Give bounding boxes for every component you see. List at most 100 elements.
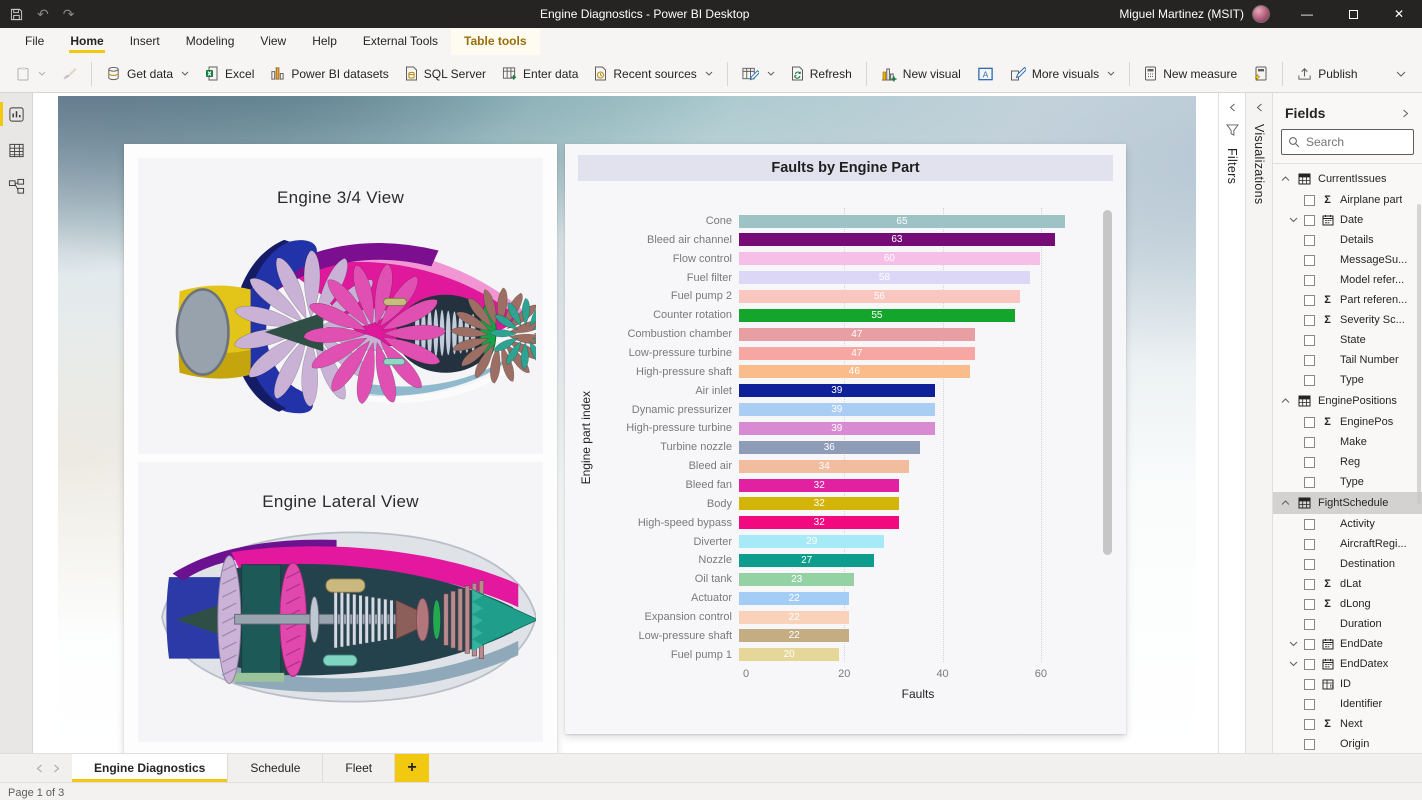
- table-item-enginepositions[interactable]: EnginePositions: [1273, 390, 1422, 412]
- field-item[interactable]: ΣAirplane part: [1273, 190, 1422, 210]
- bar[interactable]: 58: [739, 271, 1030, 284]
- excel-button[interactable]: Excel: [197, 61, 262, 86]
- field-checkbox[interactable]: [1304, 295, 1315, 306]
- bar[interactable]: 39: [739, 403, 935, 416]
- tab-file[interactable]: File: [12, 29, 57, 55]
- field-item[interactable]: Details: [1273, 230, 1422, 250]
- field-checkbox[interactable]: [1304, 599, 1315, 610]
- tab-external-tools[interactable]: External Tools: [350, 29, 451, 55]
- save-icon[interactable]: [10, 8, 23, 21]
- bar[interactable]: 32: [739, 497, 899, 510]
- faults-bar-chart-visual[interactable]: Faults by Engine Part Engine part index …: [565, 144, 1126, 734]
- field-item[interactable]: State: [1273, 330, 1422, 350]
- expand-hierarchy-icon[interactable]: [1287, 641, 1299, 647]
- filters-pane-collapsed[interactable]: Filters: [1218, 93, 1245, 753]
- bar[interactable]: 47: [739, 347, 975, 360]
- new-measure-button[interactable]: New measure: [1136, 61, 1245, 86]
- field-item[interactable]: Origin: [1273, 734, 1422, 753]
- minimize-button[interactable]: —: [1284, 0, 1330, 28]
- table-item-currentissues[interactable]: CurrentIssues: [1273, 168, 1422, 190]
- field-checkbox[interactable]: [1304, 679, 1315, 690]
- expand-visualizations-icon[interactable]: [1255, 103, 1264, 112]
- paste-button[interactable]: [8, 61, 54, 86]
- field-checkbox[interactable]: [1304, 195, 1315, 206]
- report-canvas[interactable]: Engine 3/4 View: [33, 93, 1218, 753]
- field-item[interactable]: Activity: [1273, 514, 1422, 534]
- power-bi-datasets-button[interactable]: Power BI datasets: [262, 61, 396, 86]
- page-tab-fleet[interactable]: Fleet: [323, 754, 395, 782]
- field-item[interactable]: Identifier: [1273, 694, 1422, 714]
- tab-modeling[interactable]: Modeling: [173, 29, 248, 55]
- tab-table-tools[interactable]: Table tools: [451, 29, 539, 55]
- bar[interactable]: 65: [739, 215, 1065, 228]
- enter-data-button[interactable]: Enter data: [494, 61, 586, 86]
- get-data-button[interactable]: Get data: [98, 61, 197, 86]
- bar[interactable]: 39: [739, 384, 935, 397]
- scrollbar-thumb[interactable]: [1103, 210, 1112, 555]
- collapse-table-icon[interactable]: [1279, 398, 1291, 404]
- data-view-button[interactable]: [0, 137, 33, 163]
- chart-scrollbar[interactable]: [1103, 210, 1112, 662]
- field-checkbox[interactable]: [1304, 699, 1315, 710]
- collapse-ribbon-button[interactable]: [1388, 67, 1414, 81]
- undo-icon[interactable]: ↶: [37, 7, 49, 21]
- field-item[interactable]: AircraftRegi...: [1273, 534, 1422, 554]
- bar[interactable]: 27: [739, 554, 874, 567]
- field-checkbox[interactable]: [1304, 375, 1315, 386]
- field-item[interactable]: ΣPart referen...: [1273, 290, 1422, 310]
- field-item[interactable]: Make: [1273, 432, 1422, 452]
- field-item[interactable]: Destination: [1273, 554, 1422, 574]
- engine-three-quarter-visual[interactable]: Engine 3/4 View: [138, 158, 543, 454]
- refresh-button[interactable]: Refresh: [783, 61, 860, 86]
- bar[interactable]: 39: [739, 422, 935, 435]
- field-checkbox[interactable]: [1304, 315, 1315, 326]
- field-item[interactable]: Reg: [1273, 452, 1422, 472]
- collapse-fields-icon[interactable]: [1401, 109, 1410, 118]
- bar[interactable]: 34: [739, 460, 909, 473]
- field-item[interactable]: ΣdLat: [1273, 574, 1422, 594]
- field-checkbox[interactable]: [1304, 235, 1315, 246]
- bar[interactable]: 46: [739, 365, 970, 378]
- field-checkbox[interactable]: [1304, 719, 1315, 730]
- field-item[interactable]: ΣSeverity Sc...: [1273, 310, 1422, 330]
- format-painter-button[interactable]: [54, 62, 85, 86]
- bar[interactable]: 60: [739, 252, 1040, 265]
- text-box-button[interactable]: A: [969, 61, 1002, 87]
- recent-sources-button[interactable]: Recent sources: [586, 61, 720, 86]
- bar[interactable]: 63: [739, 233, 1055, 246]
- field-checkbox[interactable]: [1304, 619, 1315, 630]
- field-item[interactable]: MessageSu...: [1273, 250, 1422, 270]
- expand-hierarchy-icon[interactable]: [1287, 661, 1299, 667]
- sql-server-button[interactable]: SQL Server: [397, 61, 494, 86]
- field-checkbox[interactable]: [1304, 457, 1315, 468]
- tab-view[interactable]: View: [247, 29, 299, 55]
- new-page-button[interactable]: +: [395, 754, 429, 782]
- field-item[interactable]: Type: [1273, 472, 1422, 492]
- tab-help[interactable]: Help: [299, 29, 350, 55]
- field-checkbox[interactable]: [1304, 579, 1315, 590]
- expand-filters-icon[interactable]: [1228, 103, 1237, 112]
- field-checkbox[interactable]: [1304, 659, 1315, 670]
- maximize-button[interactable]: [1330, 0, 1376, 28]
- publish-button[interactable]: Publish: [1289, 61, 1365, 86]
- bar[interactable]: 55: [739, 309, 1015, 322]
- report-page[interactable]: Engine 3/4 View: [58, 96, 1196, 753]
- report-view-button[interactable]: [0, 101, 33, 127]
- close-button[interactable]: ✕: [1376, 0, 1422, 28]
- bar[interactable]: 32: [739, 479, 899, 492]
- field-item[interactable]: Type: [1273, 370, 1422, 390]
- bar[interactable]: 36: [739, 441, 920, 454]
- quick-measure-button[interactable]: [1245, 61, 1276, 86]
- table-item-fightschedule[interactable]: FightSchedule: [1273, 492, 1422, 514]
- new-visual-button[interactable]: New visual: [873, 61, 969, 87]
- field-item[interactable]: Date: [1273, 210, 1422, 230]
- field-checkbox[interactable]: [1304, 417, 1315, 428]
- field-checkbox[interactable]: [1304, 739, 1315, 750]
- account-button[interactable]: Miguel Martinez (MSIT): [1119, 5, 1270, 23]
- fields-search[interactable]: [1281, 129, 1414, 155]
- more-visuals-button[interactable]: More visuals: [1002, 61, 1123, 87]
- field-item[interactable]: Tail Number: [1273, 350, 1422, 370]
- field-checkbox[interactable]: [1304, 255, 1315, 266]
- model-view-button[interactable]: [0, 173, 33, 199]
- field-checkbox[interactable]: [1304, 539, 1315, 550]
